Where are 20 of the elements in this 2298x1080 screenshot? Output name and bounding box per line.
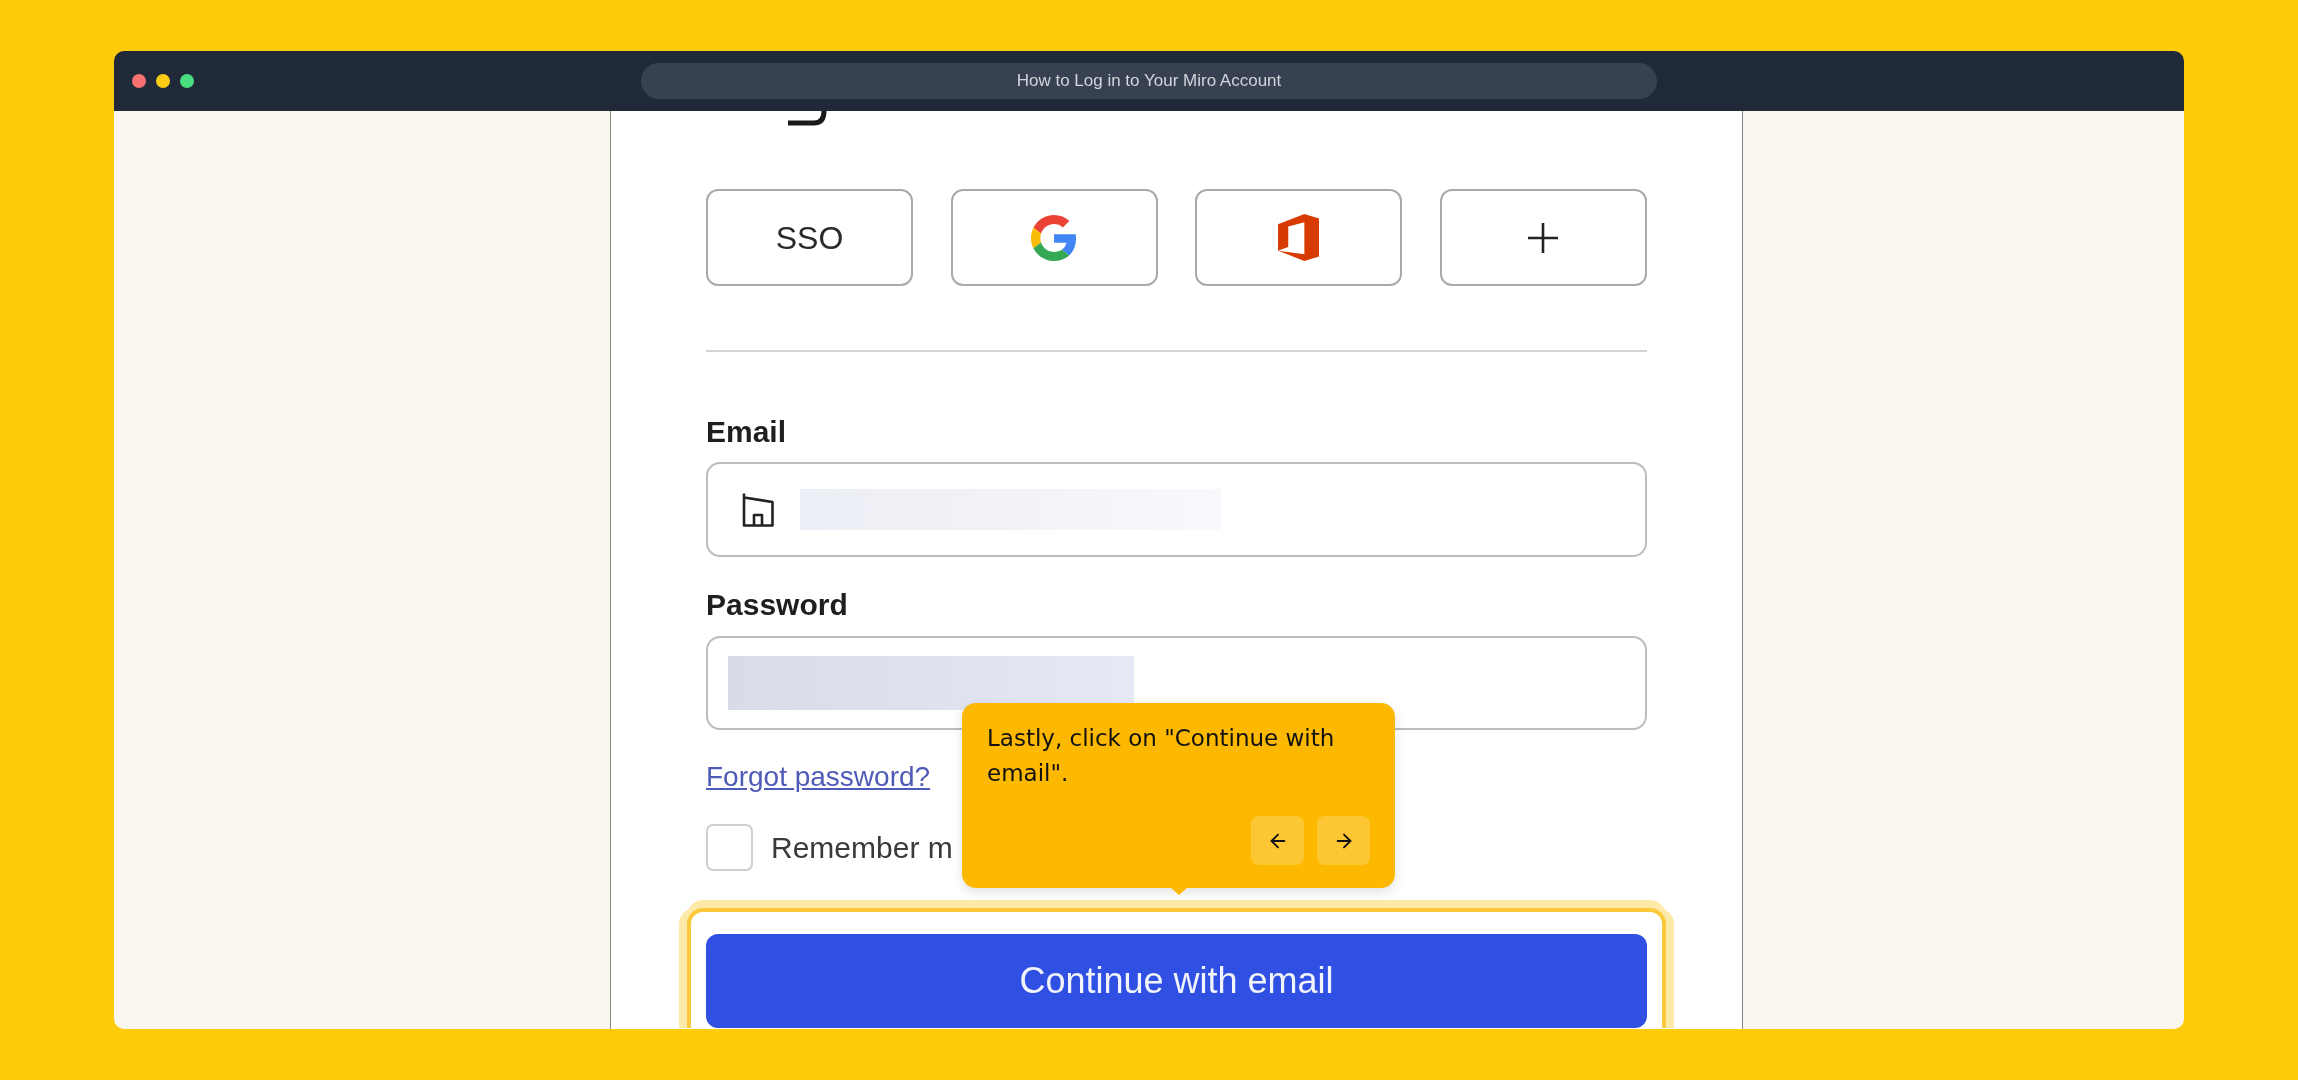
app-sign-in-button[interactable] [1195, 189, 1403, 286]
remember-checkbox[interactable] [706, 824, 753, 871]
sso-button[interactable]: SSO [706, 189, 913, 286]
email-label: Email [706, 414, 787, 450]
building-icon [740, 492, 775, 527]
cropped-letter-drawing [788, 111, 828, 126]
next-step-button[interactable] [1317, 816, 1370, 865]
previous-step-button[interactable] [1251, 816, 1304, 865]
more-options-button[interactable] [1439, 189, 1647, 286]
tooltip-text: Lastly, click on "Continue with email". [987, 724, 1336, 788]
app-logo-icon [1278, 214, 1320, 261]
password-label: Password [706, 587, 848, 623]
email-field[interactable] [706, 462, 1647, 557]
window-title: How to Log in to Your Miro Account [641, 63, 1657, 99]
remember-label: Remember m [771, 829, 953, 866]
forgot-password-link[interactable]: Forgot password? [706, 759, 931, 795]
plus-icon [1527, 221, 1560, 254]
g-sign-in-button[interactable] [950, 189, 1158, 286]
continue-with-email-button[interactable]: Continue with email [706, 934, 1647, 1028]
g-logo-icon [1031, 214, 1078, 261]
